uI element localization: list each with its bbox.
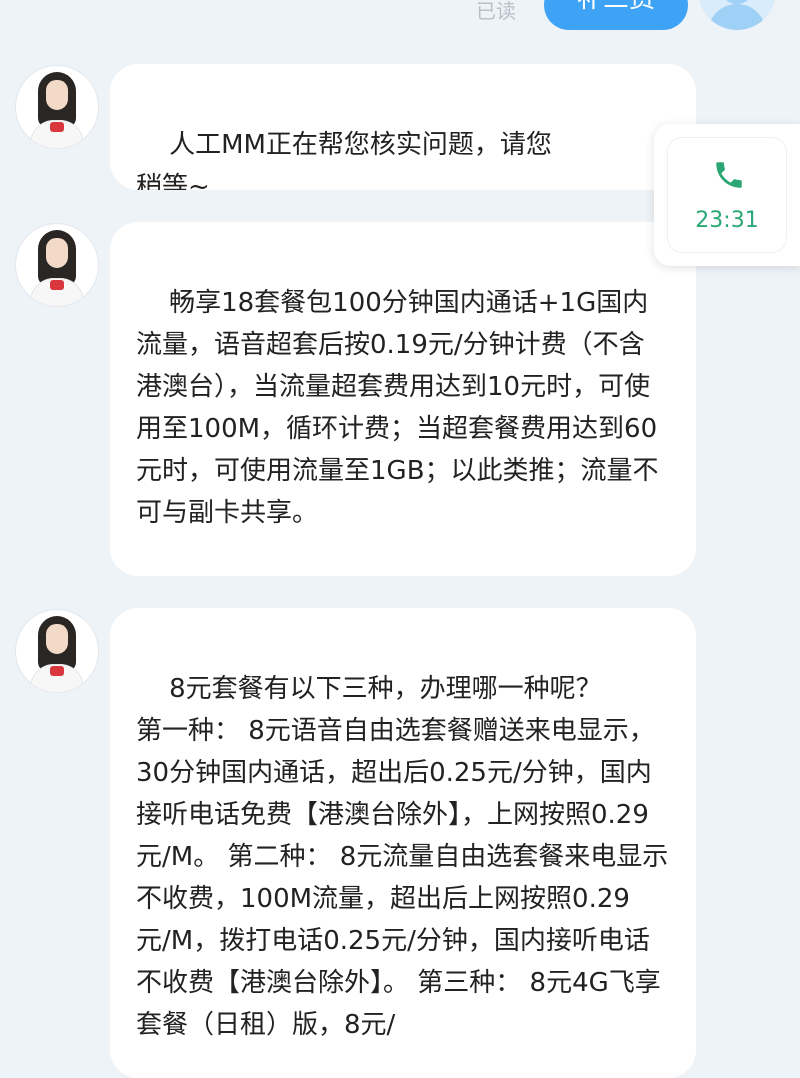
agent-avatar[interactable] [16,610,98,692]
user-avatar[interactable] [698,0,776,30]
call-widget-inner[interactable]: 23:31 [668,138,786,252]
avatar-face [46,238,68,268]
message-text: 8元套餐有以下三种，办理哪一种呢？ 第一种： 8元语音自由选套餐赠送来电显示，3… [136,674,669,1040]
avatar-scarf [50,666,64,676]
avatar-scarf [50,122,64,132]
avatar-torso-shape [708,4,766,30]
avatar-face [46,624,68,654]
message-bubble[interactable]: 畅享18套餐包100分钟国内通话+1G国内流量，语音超套后按0.19元/分钟计费… [110,222,696,576]
sent-message-bubble[interactable]: 补三费 [544,0,688,30]
avatar-face [46,80,68,110]
read-status: 已读 [476,0,516,23]
avatar-scarf [50,280,64,290]
message-text: 畅享18套餐包100分钟国内通话+1G国内流量，语音超套后按0.19元/分钟计费… [136,288,659,528]
phone-icon [716,162,742,188]
message-bubble[interactable]: 人工MM正在帮您核实问题，请您稍等~ [110,64,696,190]
agent-avatar[interactable] [16,66,98,148]
sent-message-text: 补三费 [577,0,655,14]
message-text: 人工MM正在帮您核实问题，请您稍等~ [136,130,552,190]
message-bubble[interactable]: 8元套餐有以下三种，办理哪一种呢？ 第一种： 8元语音自由选套餐赠送来电显示，3… [110,608,696,1078]
call-widget[interactable]: 23:31 [654,124,800,266]
call-time: 23:31 [695,208,759,233]
agent-avatar[interactable] [16,224,98,306]
